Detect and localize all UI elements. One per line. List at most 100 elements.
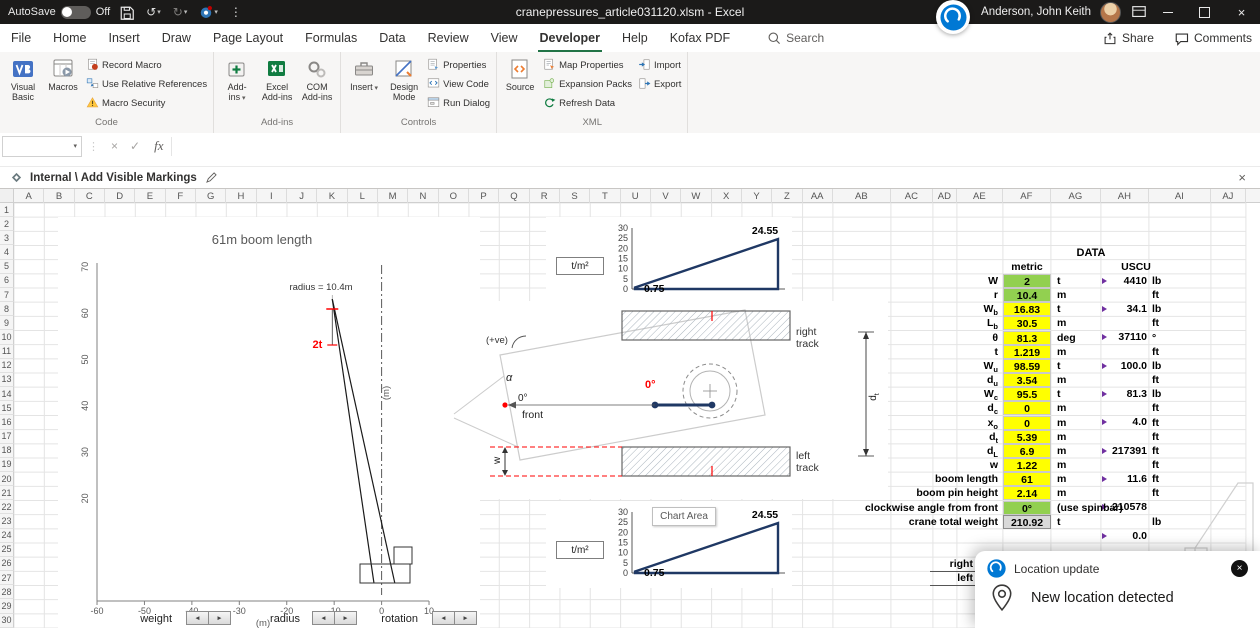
row-header-4[interactable]: 4 [0,245,14,259]
record-macro-button[interactable]: Record Macro [83,56,210,75]
crane-plan-diagram[interactable]: 0°front0°(+ve)αwdtrighttracklefttrack [452,301,888,499]
column-header-AG[interactable]: AG [1051,189,1101,203]
search-button[interactable]: Search [767,24,824,52]
tab-formulas[interactable]: Formulas [294,24,368,52]
formula-input[interactable] [171,137,1258,156]
column-header-R[interactable]: R [530,189,560,203]
row-header-22[interactable]: 22 [0,500,14,514]
row-header-25[interactable]: 25 [0,543,14,557]
insert-button[interactable]: Insert ▾ [344,53,384,93]
value-cell-w[interactable]: 1.22 [1003,458,1051,472]
column-header-F[interactable]: F [166,189,196,203]
value-cell-lb[interactable]: 30.5 [1003,316,1051,330]
column-header-E[interactable]: E [135,189,165,203]
use-relative-references-button[interactable]: Use Relative References [83,75,210,94]
value-cell-w[interactable]: 2 [1003,274,1051,288]
tab-file[interactable]: File [0,24,42,52]
refresh-data-button[interactable]: Refresh Data [540,94,635,113]
value-cell-clockwise-angle-from-front[interactable]: 0° [1003,501,1051,515]
tab-home[interactable]: Home [42,24,97,52]
column-header-Y[interactable]: Y [742,189,772,203]
tab-kofax-pdf[interactable]: Kofax PDF [659,24,741,52]
column-header-D[interactable]: D [105,189,135,203]
value-cell-dt[interactable]: 5.39 [1003,430,1051,444]
tab-view[interactable]: View [480,24,529,52]
design-mode-button[interactable]: DesignMode [384,53,424,102]
row-header-27[interactable]: 27 [0,571,14,585]
value-cell-boom-length[interactable]: 61 [1003,472,1051,486]
map-properties-button[interactable]: Map Properties [540,56,635,75]
excel-add-ins-button[interactable]: ExcelAdd-ins [257,53,297,102]
column-header-AA[interactable]: AA [803,189,833,203]
save-button[interactable] [116,5,137,20]
column-header-A[interactable]: A [14,189,44,203]
column-header-AF[interactable]: AF [1003,189,1051,203]
autosave-toggle[interactable]: AutoSave Off [8,6,110,19]
column-header-AC[interactable]: AC [891,189,933,203]
redo-button[interactable]: ↻▾ [170,5,191,19]
radius-spin-down-button[interactable]: ◄ [312,611,335,625]
row-header-20[interactable]: 20 [0,472,14,486]
tab-developer[interactable]: Developer [529,24,611,52]
value-cell-wc[interactable]: 95.5 [1003,387,1051,401]
pressure-chart-bottom[interactable]: 3025201510500.7524.55t/m²Chart Area [546,501,792,588]
column-header-U[interactable]: U [621,189,651,203]
source-button[interactable]: Source [500,53,540,92]
share-button[interactable]: Share [1103,31,1154,45]
column-header-O[interactable]: O [439,189,469,203]
row-header-15[interactable]: 15 [0,401,14,415]
visual-basic-button[interactable]: VisualBasic [3,53,43,102]
column-header-AH[interactable]: AH [1101,189,1149,203]
autosave-switch[interactable] [61,6,91,19]
row-header-1[interactable]: 1 [0,203,14,217]
name-box-caret[interactable]: ▾ [73,142,77,150]
add-ins-button[interactable]: Add-ins ▾ [217,53,257,103]
column-header-Z[interactable]: Z [772,189,802,203]
tab-page-layout[interactable]: Page Layout [202,24,294,52]
row-header-8[interactable]: 8 [0,302,14,316]
column-header-V[interactable]: V [651,189,681,203]
boom-chart[interactable]: 61m boom length-60-50-40-30-20-100107060… [58,217,480,628]
formula-bar-handle[interactable]: ⋮ [82,140,105,153]
column-header-M[interactable]: M [378,189,408,203]
location-app-bubble[interactable] [936,0,970,34]
row-header-21[interactable]: 21 [0,486,14,500]
close-message-bar-button[interactable]: × [1238,170,1246,185]
row-header-6[interactable]: 6 [0,274,14,288]
row-header-5[interactable]: 5 [0,260,14,274]
maximize-button[interactable] [1186,0,1223,24]
value-cell-[interactable]: 81.3 [1003,331,1051,345]
more-commands-button[interactable]: ⋮ [227,5,245,19]
import-button[interactable]: Import [635,56,684,75]
column-header-J[interactable]: J [287,189,317,203]
tab-review[interactable]: Review [417,24,480,52]
value-cell-t[interactable]: 1.219 [1003,345,1051,359]
column-header-B[interactable]: B [44,189,74,203]
com-add-ins-button[interactable]: COMAdd-ins [297,53,337,102]
column-header-X[interactable]: X [712,189,742,203]
column-header-AB[interactable]: AB [833,189,891,203]
insert-function-button[interactable]: fx [146,138,171,154]
weight-spin-up-button[interactable]: ► [208,611,231,625]
ribbon-display-options-button[interactable] [1130,4,1148,20]
value-cell-dc[interactable]: 0 [1003,401,1051,415]
properties-button[interactable]: Properties [424,56,493,75]
row-header-19[interactable]: 19 [0,458,14,472]
row-header-10[interactable]: 10 [0,330,14,344]
tab-insert[interactable]: Insert [98,24,151,52]
export-button[interactable]: Export [635,75,684,94]
row-header-2[interactable]: 2 [0,217,14,231]
row-header-28[interactable]: 28 [0,585,14,599]
row-header-23[interactable]: 23 [0,514,14,528]
row-header-18[interactable]: 18 [0,444,14,458]
minimize-button[interactable] [1149,0,1186,24]
run-dialog-button[interactable]: Run Dialog [424,94,493,113]
row-header-30[interactable]: 30 [0,614,14,628]
macro-security-button[interactable]: Macro Security [83,94,210,113]
value-cell-boom-pin-height[interactable]: 2.14 [1003,486,1051,500]
macros-button[interactable]: Macros [43,53,83,92]
column-header-W[interactable]: W [681,189,711,203]
value-cell-du[interactable]: 3.54 [1003,373,1051,387]
user-avatar[interactable] [1100,2,1121,23]
row-header-29[interactable]: 29 [0,599,14,613]
